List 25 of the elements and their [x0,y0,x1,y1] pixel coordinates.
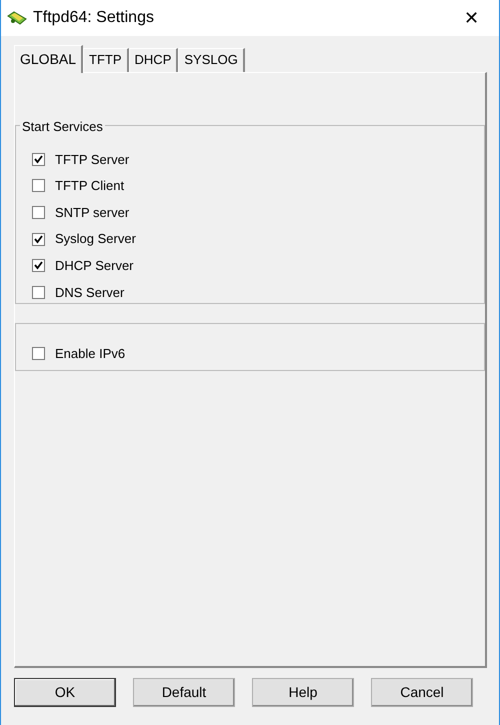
checkbox-label: DNS Server [55,284,124,302]
checkbox[interactable] [32,179,45,192]
dialog-button[interactable]: Help [252,678,354,707]
checkbox[interactable] [32,346,45,360]
tab[interactable]: SYSLOG [178,48,245,72]
checkbox[interactable] [32,259,45,272]
checkbox-label: TFTP Client [55,177,124,196]
checkbox[interactable] [32,286,45,299]
checkbox-label: SNTP server [55,204,130,222]
dialog-button[interactable]: Cancel [371,678,473,707]
tab[interactable]: TFTP [83,48,129,72]
window-title: Tftpd64: Settings [33,8,154,28]
checkbox[interactable] [32,232,45,246]
checkbox[interactable] [32,152,45,166]
tab[interactable]: DHCP [128,48,178,72]
checkbox-label: Syslog Server [55,230,136,248]
dialog-button[interactable]: OK [14,678,116,707]
close-button[interactable]: ✕ [452,4,491,32]
app-icon [7,10,27,26]
tab[interactable]: GLOBAL [14,45,84,73]
checkbox[interactable] [32,206,45,219]
dialog-button[interactable]: Default [133,678,235,707]
checkbox-label: Enable IPv6 [55,344,126,363]
checkbox-label: TFTP Server [55,150,130,169]
checkbox-label: DHCP Server [55,256,134,275]
